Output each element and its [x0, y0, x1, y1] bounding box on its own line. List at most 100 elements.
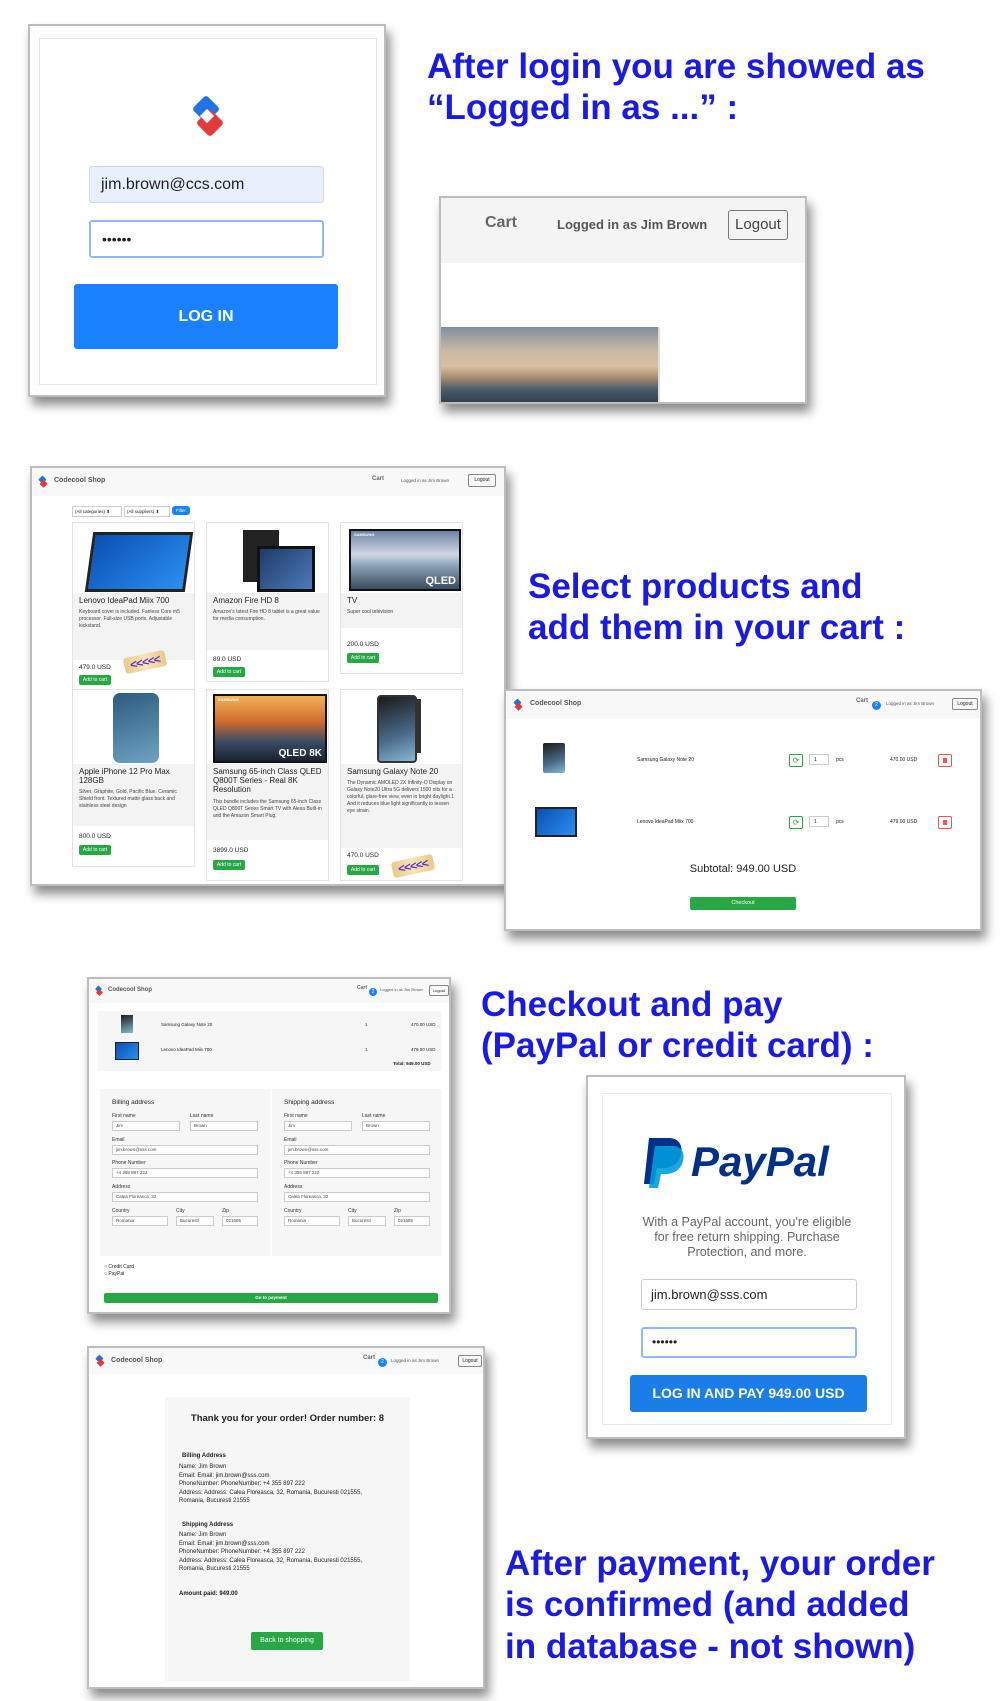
caption-line: Checkout and pay	[481, 985, 783, 1024]
nav-cart-link[interactable]: Cart	[372, 476, 384, 482]
hero-image	[441, 327, 660, 402]
shipping-line: Romania, Bucuresti 21555	[179, 1566, 250, 1572]
phone-field[interactable]: +4 355 897 222	[284, 1168, 430, 1178]
caption-line: is confirmed (and added	[505, 1585, 910, 1625]
add-to-cart-button[interactable]: Add to cart	[79, 845, 111, 855]
product-description: This bundle includes the Samsung 65-inch…	[213, 798, 322, 819]
trash-icon[interactable]	[938, 816, 952, 829]
order-item-name: Lenovo IdeaPad Miix 700	[161, 1047, 212, 1052]
add-to-cart-button[interactable]: Add to cart	[213, 667, 245, 677]
country-select[interactable]: Romania	[112, 1216, 168, 1226]
product-image	[79, 526, 194, 592]
paypal-screenshot: PayPal With a PayPal account, you're eli…	[586, 1075, 906, 1439]
city-select[interactable]: Bucuresti	[176, 1216, 214, 1226]
nav-cart-link[interactable]: Cart	[363, 1355, 375, 1361]
category-select[interactable]: (All categories) ⬍	[72, 506, 122, 517]
logout-button[interactable]: Logout	[429, 985, 449, 996]
brand-name[interactable]: Codecool Shop	[54, 477, 105, 484]
back-to-shopping-button[interactable]: Back to shopping	[251, 1632, 323, 1650]
first-name-label: First name	[284, 1113, 308, 1119]
product-card: Samsung Galaxy Note 20 The Dynamic AMOLED…	[340, 689, 463, 881]
address-field[interactable]: Calea Floreasca, 32	[112, 1192, 258, 1202]
paypal-password-field[interactable]: ••••••	[641, 1327, 857, 1358]
login-and-pay-button[interactable]: LOG IN AND PAY 949.00 USD	[630, 1375, 867, 1412]
zip-field[interactable]: 021555	[222, 1216, 258, 1226]
product-name: TV	[347, 596, 358, 605]
navbar: Cart Logged in as Jim Brown Logout	[441, 198, 805, 263]
product-image	[347, 693, 456, 763]
checkout-button[interactable]: Checkout	[690, 897, 796, 910]
logged-in-label: Logged in as Jim Brown	[557, 217, 708, 232]
go-to-payment-button[interactable]: Go to payment	[104, 1293, 438, 1303]
nav-cart-link[interactable]: Cart	[856, 698, 868, 704]
order-table: Samsung Galaxy Note 20 1 470.00 USD Leno…	[98, 1011, 442, 1071]
add-to-cart-button[interactable]: Add to cart	[347, 865, 379, 875]
credit-card-label: Credit Card	[108, 1264, 134, 1270]
caption-line: in database - not shown)	[505, 1626, 916, 1666]
city-select[interactable]: Bucuresti	[348, 1216, 386, 1226]
zip-field[interactable]: 021555	[394, 1216, 430, 1226]
cart-badge: 2	[872, 701, 881, 710]
caption-login: After login you are showed as “Logged in…	[427, 46, 925, 129]
brand-name[interactable]: Codecool Shop	[108, 987, 152, 993]
refresh-icon[interactable]: ⟳	[789, 754, 803, 767]
credit-card-radio[interactable]: ○ Credit Card	[104, 1264, 134, 1270]
order-item-image	[121, 1015, 133, 1033]
billing-form: Billing address First name Jim Last name…	[100, 1089, 270, 1256]
address-label: Address	[112, 1184, 131, 1190]
product-price: 470.0 USD	[347, 852, 379, 859]
nav-cart-link[interactable]: Cart	[357, 985, 367, 991]
first-name-field[interactable]: Jim	[284, 1121, 352, 1131]
quantity-input[interactable]: 1	[809, 754, 829, 765]
confirm-navbar: Codecool Shop Cart 2 Logged in as Jim Br…	[89, 1348, 483, 1374]
login-screenshot: jim.brown@ccs.com •••••• LOG IN	[28, 24, 386, 397]
nav-cart-link[interactable]: Cart	[485, 214, 517, 232]
login-button[interactable]: LOG IN	[74, 284, 338, 349]
city-label: City	[176, 1208, 185, 1214]
logout-button[interactable]: Logout	[468, 474, 496, 487]
last-name-field[interactable]: Brown	[190, 1121, 258, 1131]
order-item-name: Samsung Galaxy Note 20	[161, 1022, 213, 1027]
trash-icon[interactable]	[938, 754, 952, 767]
billing-line: Name: Jim Brown	[179, 1464, 227, 1470]
email-field[interactable]: jim.brown@ccs.com	[89, 166, 324, 203]
unit-label: pcs	[836, 757, 844, 763]
address-field[interactable]: Calea Floreasca, 32	[284, 1192, 430, 1202]
password-field[interactable]: ••••••	[89, 220, 324, 258]
add-to-cart-button[interactable]: Add to cart	[347, 653, 379, 663]
brand-name[interactable]: Codecool Shop	[111, 1357, 162, 1364]
email-field[interactable]: jim.brown@sss.com	[112, 1145, 258, 1155]
logout-button[interactable]: Logout	[952, 698, 978, 710]
country-select[interactable]: Romania	[284, 1216, 340, 1226]
paypal-radio[interactable]: ○ PayPal	[104, 1271, 124, 1277]
billing-line: Email: Email: jim.brown@sss.com	[179, 1472, 270, 1479]
caption-checkout: Checkout and pay (PayPal or credit card)…	[481, 984, 874, 1067]
first-name-field[interactable]: Jim	[112, 1121, 180, 1131]
brand-name[interactable]: Codecool Shop	[530, 700, 581, 707]
email-field[interactable]: jim.brown@sss.com	[284, 1145, 430, 1155]
paypal-message-line: Protection, and more.	[687, 1245, 807, 1259]
cart-item-price: 470.00 USD	[890, 757, 918, 763]
add-to-cart-button[interactable]: Add to cart	[213, 860, 245, 870]
paypal-wordmark: PayPal	[691, 1138, 829, 1186]
logout-button[interactable]: Logout	[458, 1355, 482, 1367]
quantity-input[interactable]: 1	[809, 816, 829, 827]
product-name: Amazon Fire HD 8	[213, 596, 279, 605]
product-description: Keyboard cover is included. Fanless Core…	[79, 609, 180, 630]
shipping-line: Email: Email: jim.brown@sss.com	[179, 1540, 270, 1547]
login-card: jim.brown@ccs.com •••••• LOG IN	[39, 38, 377, 385]
logged-in-label: Logged in as Jim Brown	[391, 1358, 440, 1363]
supplier-select[interactable]: (All suppliers) ⬍	[124, 506, 170, 517]
cart-item-name: Samsung Galaxy Note 20	[637, 757, 694, 763]
billing-line: PhoneNumber: PhoneNumber: +4 355 897 222	[179, 1481, 305, 1487]
paypal-email-field[interactable]: jim.brown@sss.com	[641, 1279, 857, 1310]
refresh-icon[interactable]: ⟳	[789, 816, 803, 829]
filter-button[interactable]: Filter	[172, 506, 190, 515]
paypal-card: PayPal With a PayPal account, you're eli…	[602, 1093, 892, 1425]
add-to-cart-button[interactable]: Add to cart	[79, 675, 111, 685]
caption-select: Select products and add them in your car…	[528, 566, 905, 649]
logout-button[interactable]: Logout	[728, 210, 788, 240]
order-item-image	[115, 1042, 139, 1060]
phone-field[interactable]: +4 355 897 222	[112, 1168, 258, 1178]
last-name-field[interactable]: Brown	[362, 1121, 430, 1131]
